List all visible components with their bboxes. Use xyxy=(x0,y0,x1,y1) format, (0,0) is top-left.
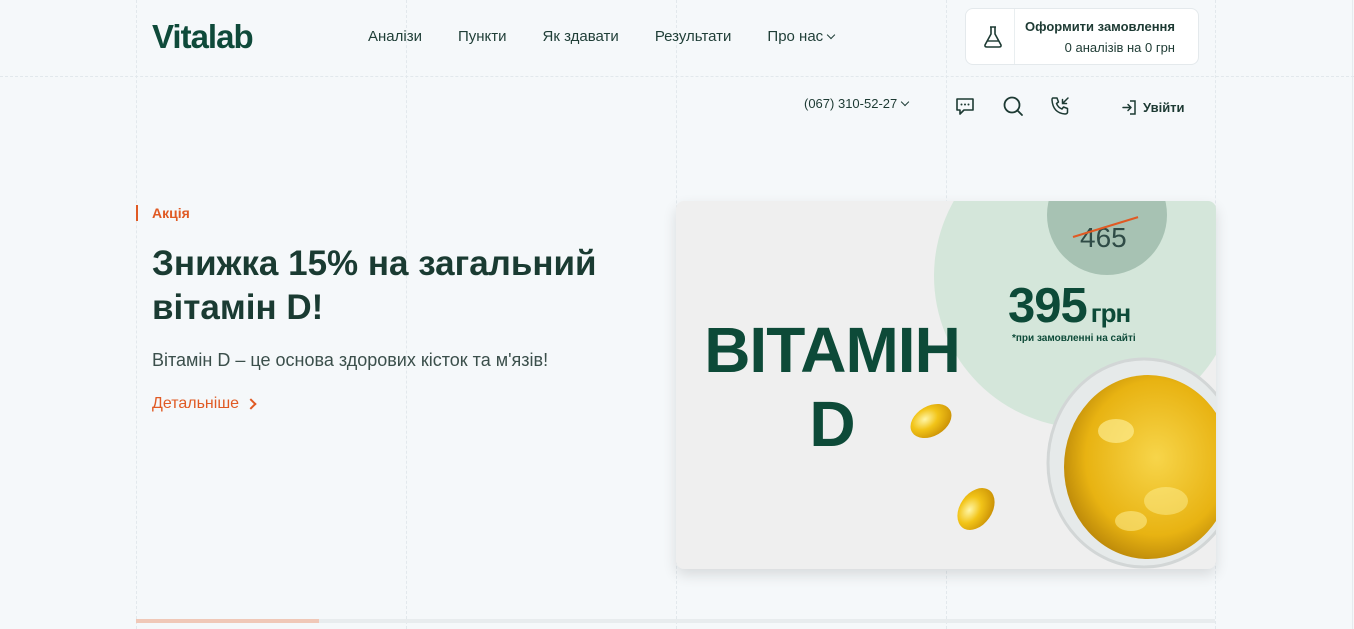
details-link-label: Детальніше xyxy=(152,395,240,412)
page-edge xyxy=(1352,0,1353,629)
price-note: *при замовленні на сайті xyxy=(1012,333,1136,344)
new-price: 395 грн xyxy=(1008,278,1131,334)
login-label: Увійти xyxy=(1143,100,1185,115)
capsule xyxy=(957,488,995,530)
nav-item-points[interactable]: Пункти xyxy=(458,28,507,45)
nav-item-how-to[interactable]: Як здавати xyxy=(543,28,619,45)
details-link[interactable]: Детальніше xyxy=(152,395,257,413)
hero-subtitle: Вітамін D – це основа здорових кісток та… xyxy=(152,350,549,370)
nav-item-analyses[interactable]: Аналізи xyxy=(368,28,422,45)
order-title: Оформити замовлення xyxy=(1025,19,1175,34)
login-button[interactable]: Увійти xyxy=(1121,99,1185,116)
phone-dropdown[interactable]: (067) 310-52-27 xyxy=(804,96,910,111)
login-icon xyxy=(1122,100,1136,115)
nav-item-about-label: Про нас xyxy=(767,28,824,45)
hero-title: Знижка 15% на загальний вітамін D! xyxy=(152,244,597,327)
slider-progress-fill xyxy=(136,619,320,623)
header-divider xyxy=(0,76,1354,77)
chevron-right-icon xyxy=(245,398,257,410)
flask-icon xyxy=(984,26,1002,48)
banner-title-line1: ВІТАМІН xyxy=(704,314,961,386)
chevron-down-icon xyxy=(900,97,910,107)
search-icon[interactable] xyxy=(1002,95,1024,117)
order-summary: 0 аналізів на 0 грн xyxy=(1064,40,1175,55)
main-nav: Аналізи Пункти Як здавати Результати Про… xyxy=(368,28,836,45)
grid-line xyxy=(136,0,137,629)
promo-label: Акція xyxy=(152,205,190,221)
nav-item-about[interactable]: Про нас xyxy=(767,28,836,45)
callback-icon[interactable] xyxy=(1049,95,1071,117)
promo-marker xyxy=(136,205,138,221)
banner-title: ВІТАМІН D xyxy=(702,313,962,461)
phone-number: (067) 310-52-27 xyxy=(804,96,898,111)
slider-progress xyxy=(136,619,1215,623)
chat-icon[interactable] xyxy=(954,95,976,117)
banner-title-line2: D xyxy=(809,388,855,460)
vitalab-logo[interactable]: Vitalab xyxy=(152,18,254,56)
order-button[interactable]: Оформити замовлення 0 аналізів на 0 грн xyxy=(965,8,1199,65)
order-divider xyxy=(1014,9,1015,64)
chevron-down-icon xyxy=(826,30,836,40)
nav-item-results[interactable]: Результати xyxy=(655,28,732,45)
currency: грн xyxy=(1090,298,1131,328)
promo-banner[interactable]: ВІТАМІН D xyxy=(676,201,1216,569)
new-price-value: 395 xyxy=(1008,279,1088,333)
